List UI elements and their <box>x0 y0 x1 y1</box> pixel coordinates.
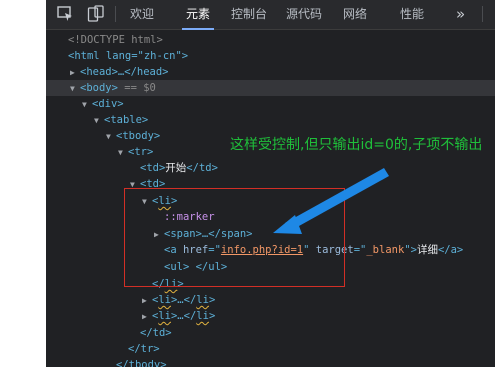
annotation-arrow-icon <box>273 168 389 234</box>
devtools-panel: 欢迎 元素 控制台 源代码 网络 性能 » ··· <!DOCTYPE html… <box>46 0 495 367</box>
annotation-text: 这样受控制,但只输出id=0的,子项不输出 <box>230 137 483 153</box>
